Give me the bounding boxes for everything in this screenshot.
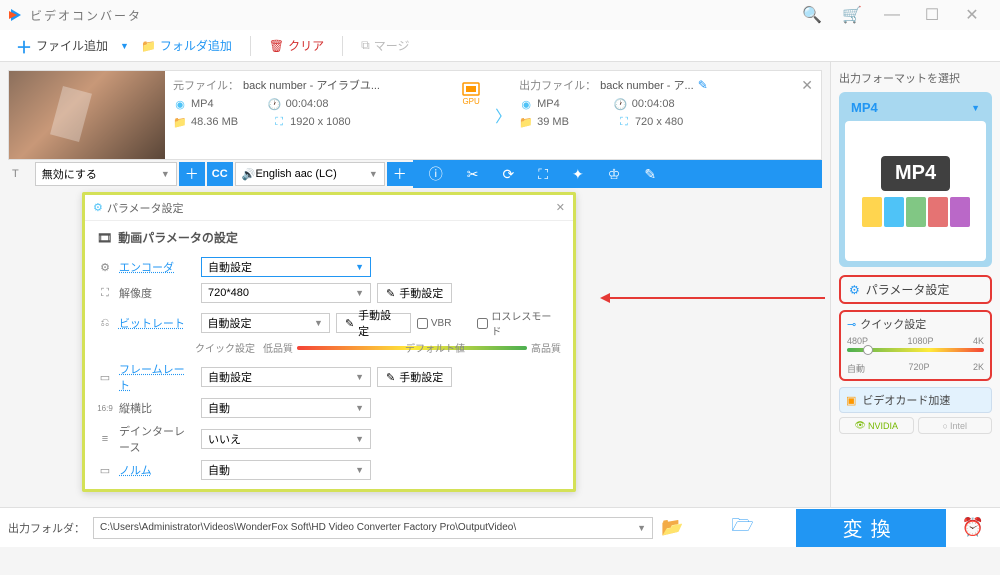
app-title: ビデオコンバータ [30,7,142,24]
bottom-bar: 出力フォルダ： C:\Users\Administrator\Videos\Wo… [0,507,1000,547]
play-icon: ◉ [519,97,533,111]
format-title: 出力フォーマットを選択 [839,70,992,86]
fps-icon: ▭ [97,371,113,384]
convert-button[interactable]: 変換 [796,509,946,547]
bitrate-icon: ⎌ [97,317,113,330]
alarm-icon[interactable]: ⏰ [954,517,992,538]
fps-manual-button[interactable]: ✎手動設定 [377,367,452,387]
minimize-button[interactable]: — [872,1,912,29]
bitrate-label: ビットレート [119,315,195,331]
nvidia-badge: 👁NVIDIA [839,417,914,434]
norm-label: ノルム [119,462,195,478]
norm-icon: ▭ [97,464,113,477]
add-folder-button[interactable]: 📁フォルダ追加 [133,33,240,58]
cc-button[interactable]: CC [207,162,233,186]
annotation-arrow [603,297,825,299]
clear-button[interactable]: 🗑クリア [261,33,332,58]
cut-icon[interactable]: ✂ [467,166,479,183]
chip-icon: ▣ [846,394,856,407]
titlebar: ビデオコンバータ 🔍 🛒 — ☐ ✕ [0,0,1000,30]
folder-icon: 📁 [173,115,187,129]
crop-icon[interactable]: ⛶ [538,166,548,183]
chevron-down-icon[interactable]: ▼ [120,41,129,51]
resolution-icon: ⛶ [617,115,631,129]
video-thumbnail [9,71,165,159]
settings-icon: ⚙ [849,283,860,297]
edit-icon[interactable]: ✎ [698,78,708,92]
edit-ribbon: T 無効にする▼ ＋ CC 🔊English aac (LC)▼ ＋ ⓘ ✂ ⟳… [8,160,822,188]
output-path-select[interactable]: C:\Users\Administrator\Videos\WonderFox … [93,517,653,539]
audio-select[interactable]: 🔊English aac (LC)▼ [235,162,385,186]
section-title: 動画パラメータの設定 [118,229,238,246]
deinterlace-label: デインターレース [119,423,195,455]
quick-setting-label: クイック設定 [195,340,255,355]
remove-file-icon[interactable]: ✕ [801,77,813,153]
bitrate-manual-button[interactable]: ✎手動設定 [336,313,411,333]
settings-icon: ⚙ [93,201,103,214]
folder-icon: 📁 [519,115,533,129]
aspect-icon: 16:9 [97,404,113,413]
cart-icon[interactable]: 🛒 [832,1,872,29]
info-icon[interactable]: ⓘ [429,164,443,184]
lossless-checkbox[interactable]: ロスレスモード [477,308,561,338]
norm-select[interactable]: 自動▼ [201,460,371,480]
vbr-checkbox[interactable]: VBR [417,318,452,329]
encoder-label: エンコーダ [119,259,195,275]
edit-icon[interactable]: ✎ [644,166,656,183]
video-settings-icon: 🎞 [97,231,112,245]
subtitle-select[interactable]: 無効にする▼ [35,162,177,186]
encoder-select[interactable]: 自動設定▼ [201,257,371,277]
quick-settings-panel: ⊸クイック設定 480P1080P4K 自動720P2K [839,310,992,381]
resolution-slider[interactable] [847,348,984,352]
resolution-manual-button[interactable]: ✎手動設定 [377,283,452,303]
aspect-label: 縦横比 [119,400,195,416]
app-icon [8,7,24,23]
format-selector[interactable]: MP4▼ MP4 [839,92,992,267]
play-icon: ◉ [173,97,187,111]
format-preview: MP4 [845,121,986,261]
intel-badge: ○Intel [918,417,993,434]
resolution-icon: ⛶ [272,115,286,129]
open-folder-icon[interactable]: 📂 [661,517,683,538]
parameter-dialog: ⚙ パラメータ設定 ✕ 🎞 動画パラメータの設定 ⚙ エンコーダ 自動設定▼ ⛶ 解像… [82,192,576,492]
output-folder-label: 出力フォルダ： [8,520,85,536]
file-card: 元ファイル：back number - アイラブユ... ◉MP4🕐00:04:… [8,70,822,160]
close-button[interactable]: ✕ [952,1,992,29]
dialog-close-icon[interactable]: ✕ [556,201,565,214]
deinterlace-icon: ≡ [97,433,113,445]
gpu-accel-button[interactable]: ▣ビデオカード加速 [839,387,992,413]
effects-icon[interactable]: ✦ [572,166,584,183]
deinterlace-select[interactable]: いいえ▼ [201,429,371,449]
gpu-icon: GPU [455,77,487,109]
rotate-icon[interactable]: ⟳ [502,166,514,183]
aspect-select[interactable]: 自動▼ [201,398,371,418]
clock-icon: 🕐 [268,97,282,111]
resolution-label: 解像度 [119,285,195,301]
watermark-icon[interactable]: ♔ [608,166,621,183]
chevron-down-icon: ▼ [971,103,980,113]
fps-label: フレームレート [119,361,195,393]
add-audio-button[interactable]: ＋ [387,162,413,186]
resolution-icon: ⛶ [97,287,113,300]
fps-select[interactable]: 自動設定▼ [201,367,371,387]
parameter-settings-button[interactable]: ⚙パラメータ設定 [839,275,992,304]
add-file-button[interactable]: ＋ファイル追加 [8,30,116,62]
toolbar: ＋ファイル追加 ▼ 📁フォルダ追加 🗑クリア ⧉マージ [0,30,1000,62]
arrow-right-icon: 〉 [495,103,511,127]
dialog-title: パラメータ設定 [107,200,184,216]
clock-icon: 🕐 [614,97,628,111]
browse-folder-icon[interactable]: 🗁 [731,513,753,543]
bitrate-select[interactable]: 自動設定▼ [201,313,330,333]
merge-button[interactable]: ⧉マージ [353,33,417,58]
resolution-select[interactable]: 720*480▼ [201,283,371,303]
add-subtitle-button[interactable]: ＋ [179,162,205,186]
gear-icon: ⚙ [97,261,113,274]
search-icon[interactable]: 🔍 [792,1,832,29]
maximize-button[interactable]: ☐ [912,1,952,29]
text-tool-icon: T [12,168,19,180]
slider-icon: ⊸ [847,318,856,331]
